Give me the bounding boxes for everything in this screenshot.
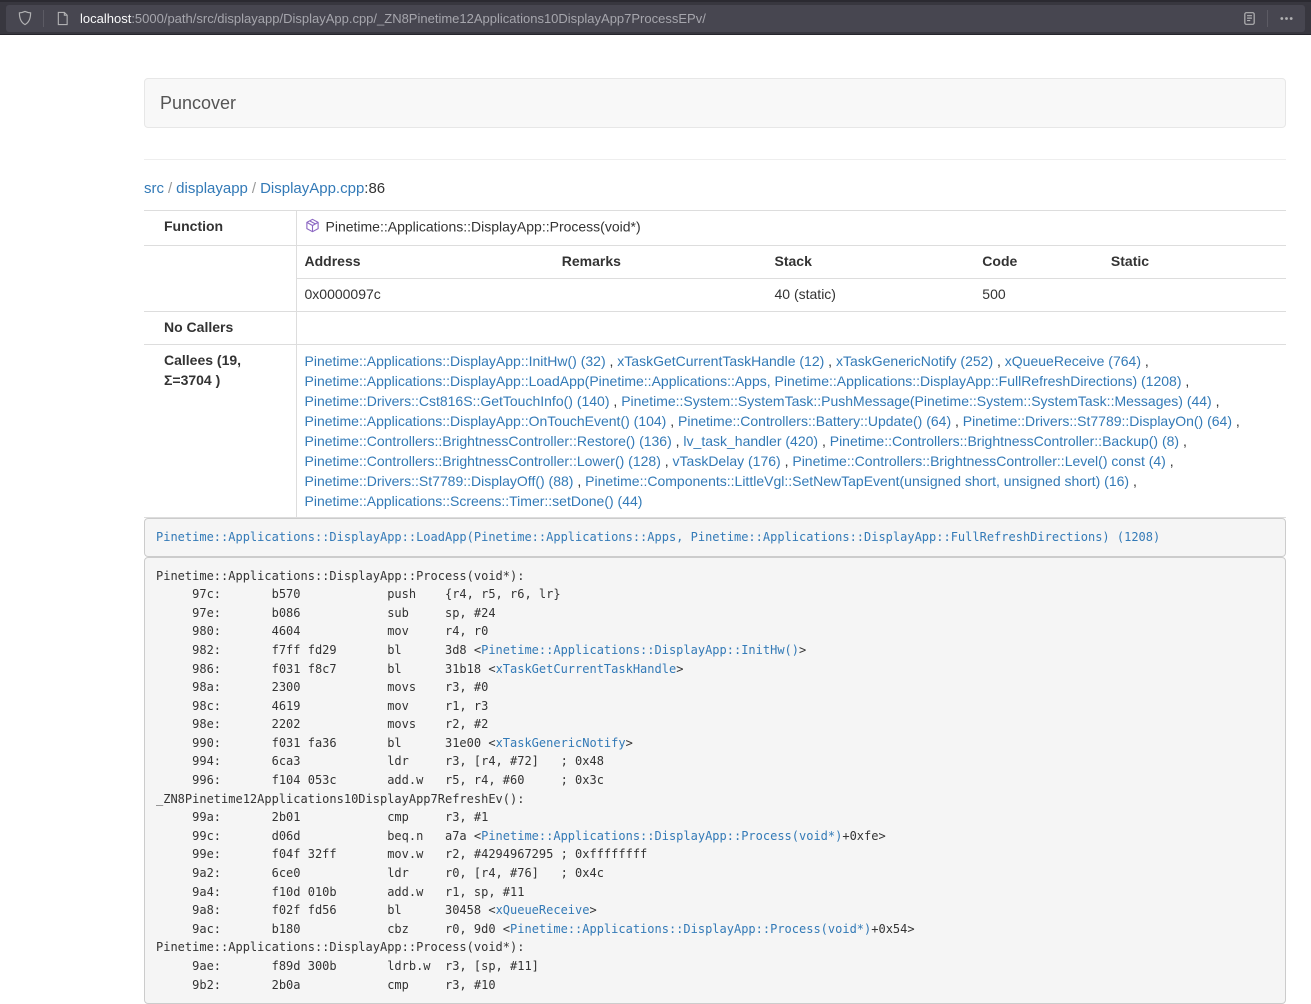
callee-link[interactable]: xQueueReceive (764) (1005, 353, 1141, 369)
url-text[interactable]: localhost:5000/path/src/displayapp/Displ… (80, 11, 1231, 26)
package-icon (305, 220, 320, 236)
symbol-link[interactable]: xQueueReceive (496, 903, 590, 917)
callee-link[interactable]: Pinetime::Applications::Screens::Timer::… (305, 493, 643, 509)
url-path: :5000/path/src/displayapp/DisplayApp.cpp… (131, 11, 706, 26)
urlbar-divider (43, 10, 44, 27)
highlighted-symbol-link[interactable]: Pinetime::Applications::DisplayApp::Load… (156, 530, 1160, 544)
callee-link[interactable]: lv_task_handler (420) (683, 433, 818, 449)
function-name: Pinetime::Applications::DisplayApp::Proc… (326, 218, 641, 234)
breadcrumb-separator: / (164, 180, 176, 197)
callee-link[interactable]: Pinetime::Controllers::Battery::Update()… (678, 413, 951, 429)
callee-link[interactable]: Pinetime::Controllers::BrightnessControl… (792, 453, 1165, 469)
callee-link[interactable]: vTaskDelay (176) (673, 453, 781, 469)
shield-icon[interactable] (14, 7, 36, 29)
callee-link[interactable]: Pinetime::Drivers::St7789::DisplayOff() … (305, 473, 574, 489)
breadcrumb-link-displayapp[interactable]: displayapp (176, 180, 248, 197)
callee-link[interactable]: Pinetime::Applications::DisplayApp::Init… (305, 353, 606, 369)
stack-value: 40 (static) (767, 278, 975, 310)
callee-link[interactable]: xTaskGenericNotify (252) (836, 353, 993, 369)
callee-link[interactable]: Pinetime::Controllers::BrightnessControl… (830, 433, 1179, 449)
callee-link[interactable]: Pinetime::Controllers::BrightnessControl… (305, 453, 661, 469)
callee-link[interactable]: Pinetime::Components::LittleVgl::SetNewT… (585, 473, 1129, 489)
breadcrumb-line-number: :86 (364, 180, 385, 197)
highlighted-symbol-block: Pinetime::Applications::DisplayApp::Load… (144, 518, 1286, 557)
static-value (1103, 278, 1286, 310)
disassembly-block: Pinetime::Applications::DisplayApp::Proc… (144, 557, 1286, 1004)
no-callers-cell (296, 311, 1286, 344)
stats-table: Address Remarks Stack Code Static 0x0000… (297, 246, 1287, 311)
breadcrumb: src/displayapp/DisplayApp.cpp:86 (144, 180, 1286, 197)
breadcrumb-link-src[interactable]: src (144, 180, 164, 197)
urlbar-divider-right (1267, 10, 1268, 27)
code-value: 500 (974, 278, 1103, 310)
callee-link[interactable]: Pinetime::Drivers::Cst816S::GetTouchInfo… (305, 393, 610, 409)
breadcrumb-separator: / (248, 180, 260, 197)
navbar: Puncover (144, 78, 1286, 128)
callee-link[interactable]: Pinetime::Drivers::St7789::DisplayOn() (… (963, 413, 1232, 429)
callee-link[interactable]: Pinetime::Applications::DisplayApp::OnTo… (305, 413, 667, 429)
callees-row: Callees (19, Σ=3704 ) Pinetime::Applicat… (144, 344, 1286, 517)
callee-link[interactable]: Pinetime::Applications::DisplayApp::Load… (305, 373, 1182, 389)
stats-cell: Address Remarks Stack Code Static 0x0000… (296, 245, 1286, 311)
symbol-link[interactable]: Pinetime::Applications::DisplayApp::Proc… (481, 829, 842, 843)
empty-label (144, 245, 296, 311)
page-container: Puncover src/displayapp/DisplayApp.cpp:8… (144, 78, 1286, 1004)
col-header-address: Address (297, 246, 554, 278)
col-header-static: Static (1103, 246, 1286, 278)
address-value: 0x0000097c (297, 278, 554, 310)
callee-link[interactable]: Pinetime::Controllers::BrightnessControl… (305, 433, 672, 449)
callee-link[interactable]: Pinetime::System::SystemTask::PushMessag… (621, 393, 1212, 409)
symbol-link[interactable]: xTaskGenericNotify (496, 736, 626, 750)
reader-mode-icon[interactable] (1238, 7, 1260, 29)
symbol-link[interactable]: xTaskGetCurrentTaskHandle (496, 662, 677, 676)
callees-label: Callees (19, Σ=3704 ) (144, 344, 296, 517)
function-stats-row: Address Remarks Stack Code Static 0x0000… (144, 245, 1286, 311)
col-header-remarks: Remarks (554, 246, 767, 278)
function-row: Function Pinetime::Applications::Display… (144, 211, 1286, 246)
col-header-code: Code (974, 246, 1103, 278)
breadcrumb-link-file[interactable]: DisplayApp.cpp (260, 180, 364, 197)
remarks-value (554, 278, 767, 310)
ellipsis-menu-icon[interactable] (1275, 7, 1297, 29)
symbol-link[interactable]: Pinetime::Applications::DisplayApp::Init… (481, 643, 799, 657)
no-callers-row: No Callers (144, 311, 1286, 344)
callee-link[interactable]: xTaskGetCurrentTaskHandle (12) (617, 353, 824, 369)
function-name-cell: Pinetime::Applications::DisplayApp::Proc… (296, 211, 1286, 246)
url-bar[interactable]: localhost:5000/path/src/displayapp/Displ… (6, 5, 1305, 32)
url-host: localhost (80, 11, 131, 26)
page-info-icon[interactable] (51, 7, 73, 29)
function-table: Function Pinetime::Applications::Display… (144, 210, 1286, 518)
no-callers-label: No Callers (144, 311, 296, 344)
table-row: 0x0000097c 40 (static) 500 (297, 278, 1287, 310)
function-row-label: Function (144, 211, 296, 246)
brand-link[interactable]: Puncover (145, 78, 251, 128)
symbol-link[interactable]: Pinetime::Applications::DisplayApp::Proc… (510, 922, 871, 936)
divider (144, 159, 1286, 160)
callees-list: Pinetime::Applications::DisplayApp::Init… (296, 344, 1286, 517)
browser-toolbar: localhost:5000/path/src/displayapp/Displ… (0, 0, 1311, 35)
col-header-stack: Stack (767, 246, 975, 278)
